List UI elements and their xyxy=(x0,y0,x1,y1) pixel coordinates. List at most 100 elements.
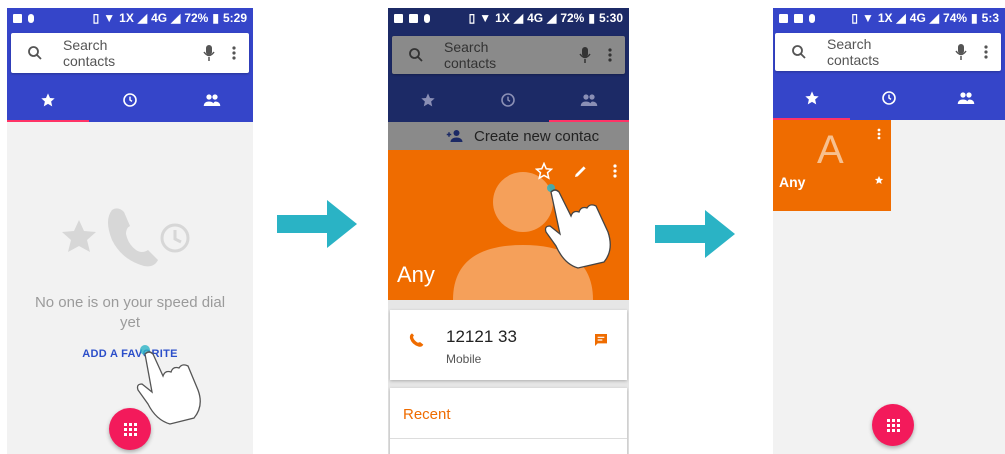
more-vert-icon[interactable] xyxy=(607,48,613,62)
dialpad-icon xyxy=(123,422,137,436)
mic-icon[interactable] xyxy=(577,46,593,64)
dialpad-fab[interactable] xyxy=(109,408,151,450)
vibrate-icon: ▯ xyxy=(851,11,858,25)
phone-icon xyxy=(409,333,424,347)
empty-state-line-1: No one is on your speed dial xyxy=(34,294,226,311)
tab-bar xyxy=(388,78,629,122)
signal-icon: ◢ xyxy=(547,11,557,25)
add-favorite-button[interactable]: ADD A FAVORITE xyxy=(7,348,253,360)
network-label: 1X xyxy=(495,11,510,25)
search-input[interactable]: Search contacts xyxy=(827,36,907,68)
search-bar[interactable]: Search contacts xyxy=(11,33,249,73)
add-person-icon xyxy=(446,130,463,142)
search-input[interactable]: Search contacts xyxy=(444,39,524,71)
search-icon xyxy=(28,46,42,60)
edit-icon[interactable] xyxy=(573,163,589,179)
signal-icon: ◢ xyxy=(929,11,940,25)
tab-recents[interactable] xyxy=(89,78,171,122)
recent-label: Recent xyxy=(403,406,451,423)
data-label: 4G xyxy=(151,11,168,25)
phone-screen-1: ▯ ▼ 1X ◢ 4G ◢ 72% ▮ 5:29 Search contacts xyxy=(7,8,253,454)
arrow-right-icon xyxy=(655,210,735,258)
clock-time: 5:29 xyxy=(222,11,247,25)
clock-icon xyxy=(882,91,896,105)
contact-name: Any xyxy=(397,262,435,287)
battery-percent: 74% xyxy=(943,11,968,25)
phone-screen-2: ▯ ▼ 1X ◢ 4G ◢ 72% ▮ 5:30 Search contacts… xyxy=(388,8,629,454)
wifi-icon: ▼ xyxy=(103,11,116,25)
favorite-tile[interactable]: A Any xyxy=(773,120,891,211)
tap-hand-icon xyxy=(544,184,611,269)
dialpad-icon xyxy=(886,418,900,432)
tab-contacts[interactable] xyxy=(171,78,253,122)
vibrate-icon: ▯ xyxy=(92,11,100,25)
people-icon xyxy=(580,94,598,106)
star-icon xyxy=(874,175,884,184)
empty-state-line-2: yet xyxy=(119,314,140,331)
star-icon xyxy=(41,93,55,107)
tab-contacts[interactable] xyxy=(548,78,629,122)
speed-dial-empty-illustration xyxy=(62,208,190,267)
mic-icon[interactable] xyxy=(201,44,217,62)
tab-bar xyxy=(7,78,253,122)
battery-percent: 72% xyxy=(560,11,585,25)
search-icon xyxy=(409,48,423,62)
phone-type: Mobile xyxy=(446,352,482,366)
battery-icon: ▮ xyxy=(971,11,978,25)
tab-favorites[interactable] xyxy=(7,78,89,122)
tab-bar xyxy=(773,76,1005,120)
star-outline-icon[interactable] xyxy=(535,162,553,180)
status-bar: ▯ ▼ 1X ◢ 4G ◢ 74% ▮ 5:3 xyxy=(773,8,1005,28)
search-input[interactable]: Search contacts xyxy=(63,37,143,69)
favorite-name: Any xyxy=(779,174,806,190)
create-contact-row[interactable]: Create new contac xyxy=(388,122,629,150)
signal-icon: ◢ xyxy=(896,11,906,25)
people-icon xyxy=(203,94,221,106)
tab-favorites[interactable] xyxy=(388,78,468,122)
clock-time: 5:30 xyxy=(598,11,623,25)
tab-favorites[interactable] xyxy=(773,76,851,120)
signal-icon: ◢ xyxy=(513,11,524,25)
vibrate-icon: ▯ xyxy=(468,11,476,25)
phone-number: 12121 33 xyxy=(446,327,517,346)
tab-recents[interactable] xyxy=(850,76,927,120)
status-bar: ▯ ▼ 1X ◢ 4G ◢ 72% ▮ 5:30 xyxy=(388,8,629,28)
battery-icon: ▮ xyxy=(588,11,595,25)
wifi-icon: ▼ xyxy=(861,11,874,25)
star-icon xyxy=(421,93,435,107)
more-vert-icon[interactable] xyxy=(613,164,617,178)
data-label: 4G xyxy=(909,11,926,25)
more-vert-icon[interactable] xyxy=(877,128,881,140)
contact-header: Any xyxy=(388,150,629,300)
dialpad-fab[interactable] xyxy=(872,404,914,446)
star-icon xyxy=(804,91,819,105)
tab-recents[interactable] xyxy=(468,78,548,122)
phone-number-card[interactable]: 12121 33 Mobile xyxy=(390,310,627,380)
search-bar[interactable]: Search contacts xyxy=(775,33,1001,71)
clock-icon xyxy=(123,93,137,107)
mic-icon[interactable] xyxy=(953,43,969,61)
network-label: 1X xyxy=(877,11,893,25)
network-label: 1X xyxy=(119,11,134,25)
battery-percent: 72% xyxy=(184,11,209,25)
more-vert-icon[interactable] xyxy=(983,45,989,59)
search-bar[interactable]: Search contacts xyxy=(392,36,625,74)
signal-icon: ◢ xyxy=(137,11,148,25)
search-icon xyxy=(792,45,806,59)
phone-screen-3: ▯ ▼ 1X ◢ 4G ◢ 74% ▮ 5:3 Search contacts … xyxy=(773,8,1005,454)
favorite-initial: A xyxy=(817,128,844,172)
create-contact-label: Create new contac xyxy=(474,127,600,145)
clock-time: 5:3 xyxy=(981,11,999,25)
recent-card: Recent xyxy=(390,388,627,454)
wifi-icon: ▼ xyxy=(479,11,492,25)
tab-contacts[interactable] xyxy=(928,76,1005,120)
status-bar: ▯ ▼ 1X ◢ 4G ◢ 72% ▮ 5:29 xyxy=(7,8,253,28)
data-label: 4G xyxy=(527,11,544,25)
signal-icon: ◢ xyxy=(171,11,181,25)
people-icon xyxy=(958,92,975,104)
arrow-right-icon xyxy=(277,200,357,248)
battery-icon: ▮ xyxy=(212,11,219,25)
message-icon[interactable] xyxy=(593,332,609,348)
clock-icon xyxy=(501,93,516,107)
more-vert-icon[interactable] xyxy=(231,46,237,60)
